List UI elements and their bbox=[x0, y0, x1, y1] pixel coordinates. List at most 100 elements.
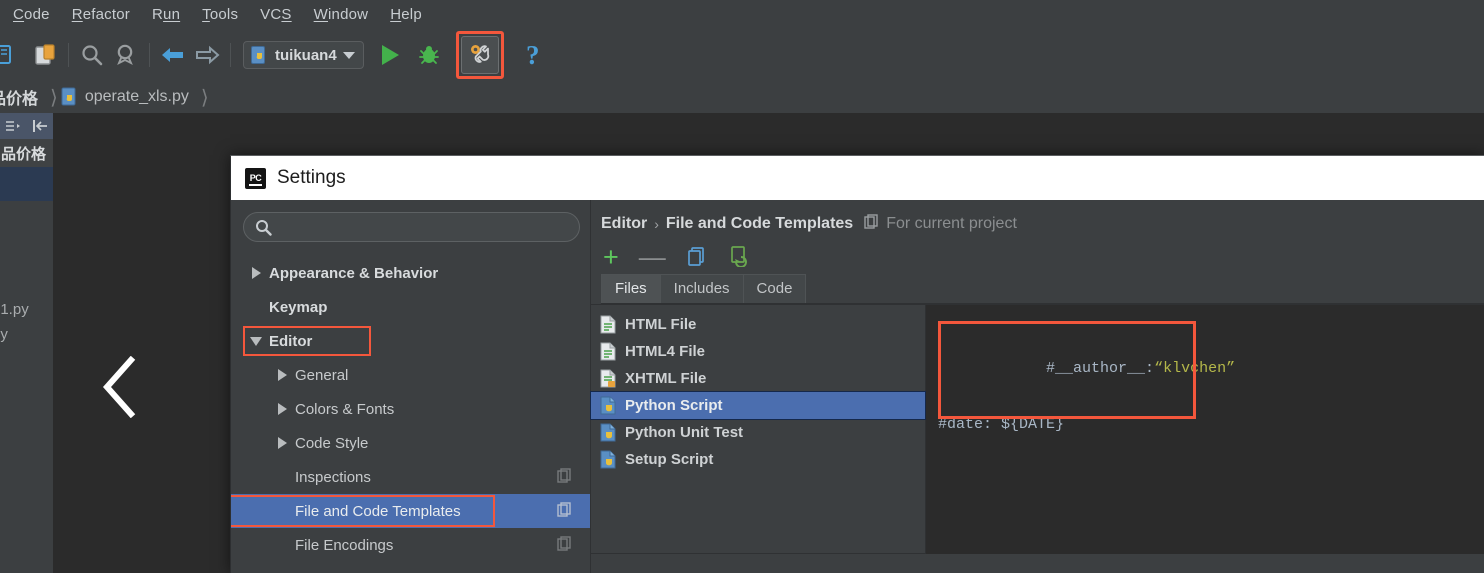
menu-bar: CCodeode Refactor Run Tools VCS Window H… bbox=[0, 0, 1484, 29]
toolbar-separator-2 bbox=[149, 43, 150, 67]
question-mark-icon: ? bbox=[525, 39, 540, 70]
list-item[interactable]: HTML File bbox=[591, 311, 925, 338]
search-input[interactable] bbox=[280, 219, 559, 235]
list-item[interactable]: Setup Script bbox=[591, 446, 925, 473]
tree-item-inspections[interactable]: Inspections bbox=[231, 460, 590, 494]
run-configuration-selector[interactable]: tuikuan4 bbox=[243, 41, 364, 69]
settings-button-annotation bbox=[455, 31, 504, 79]
tree-item-keymap[interactable]: Keymap bbox=[231, 290, 590, 324]
templates-toolbar: + — bbox=[591, 234, 1484, 271]
breadcrumb-leaf: File and Code Templates bbox=[665, 215, 854, 232]
tab-code[interactable]: Code bbox=[742, 274, 807, 303]
project-file-1[interactable]: 01.py bbox=[0, 301, 53, 318]
twisty-right-icon[interactable] bbox=[269, 403, 295, 415]
tree-item-label: Code Style bbox=[295, 434, 369, 452]
collapse-panel-icon[interactable] bbox=[28, 117, 50, 135]
python-file-icon bbox=[61, 87, 76, 106]
debug-button[interactable] bbox=[412, 38, 446, 72]
scope-note: For current project bbox=[886, 215, 1017, 232]
pycharm-icon: PC bbox=[245, 167, 266, 189]
help-button[interactable]: ? bbox=[516, 38, 550, 72]
content-breadcrumb: Editor › File and Code Templates For cur… bbox=[591, 200, 1484, 234]
project-scope-badge-icon bbox=[557, 468, 572, 486]
forward-arrow-icon[interactable] bbox=[190, 38, 224, 72]
tree-item-general[interactable]: General bbox=[231, 358, 590, 392]
add-template-button[interactable]: + bbox=[603, 244, 619, 271]
tree-item-live-templates[interactable]: Live Templates bbox=[231, 562, 590, 573]
list-item[interactable]: HTML4 File bbox=[591, 338, 925, 365]
breadcrumb-separator-2: ⟩ bbox=[200, 86, 209, 109]
menu-item-help[interactable]: Help bbox=[379, 3, 433, 27]
chevron-down-icon[interactable] bbox=[342, 51, 355, 59]
gear-wrench-icon bbox=[470, 45, 489, 63]
list-item-label: Setup Script bbox=[625, 451, 714, 468]
project-tool-panel: 品价格 01.py py bbox=[0, 113, 53, 573]
code-line-1: #__author__:“klvchen” bbox=[926, 327, 1484, 411]
tree-item-code-style[interactable]: Code Style bbox=[231, 426, 590, 460]
run-config-label: tuikuan4 bbox=[275, 46, 337, 64]
list-item[interactable]: Python Unit Test bbox=[591, 419, 925, 446]
list-item-label: HTML4 File bbox=[625, 343, 706, 360]
run-button[interactable] bbox=[374, 38, 408, 72]
twisty-right-icon[interactable] bbox=[269, 369, 295, 381]
settings-content-panel: Editor › File and Code Templates For cur… bbox=[590, 200, 1484, 573]
list-item[interactable]: XHTML File bbox=[591, 365, 925, 392]
template-code-editor[interactable]: #__author__:“klvchen” #date: ${DATE} bbox=[926, 304, 1484, 554]
tree-item-appearance-behavior[interactable]: Appearance & Behavior bbox=[231, 256, 590, 290]
tab-files[interactable]: Files bbox=[601, 274, 661, 303]
reset-template-button[interactable] bbox=[728, 245, 750, 270]
expand-all-icon[interactable] bbox=[2, 117, 24, 135]
dialog-title-bar: PC Settings bbox=[231, 156, 1484, 200]
back-arrow-icon[interactable] bbox=[156, 38, 190, 72]
breadcrumb-file[interactable]: operate_xls.py bbox=[60, 87, 199, 107]
main-toolbar: tuikuan4 ? bbox=[0, 29, 1484, 81]
code-line-1-prefix: #__author__: bbox=[1046, 360, 1155, 377]
breadcrumb-separator: ⟩ bbox=[50, 86, 58, 109]
toolbar-separator-3 bbox=[230, 43, 231, 67]
copy-icon[interactable] bbox=[0, 38, 22, 72]
collapse-chevron-icon[interactable] bbox=[101, 356, 137, 418]
tree-item-label: General bbox=[295, 366, 349, 384]
list-item-python-script[interactable]: Python Script bbox=[590, 391, 926, 420]
menu-item-refactor[interactable]: Refactor bbox=[61, 3, 141, 27]
find-icon[interactable] bbox=[75, 38, 109, 72]
templates-panes: HTML File HTML4 File XHTML File Python S… bbox=[590, 304, 1484, 554]
twisty-down-icon[interactable] bbox=[243, 336, 269, 346]
python-file-icon bbox=[600, 450, 616, 469]
html-file-icon bbox=[600, 315, 616, 334]
tree-item-file-encodings[interactable]: File Encodings bbox=[231, 528, 590, 562]
list-item-label: Python Script bbox=[625, 397, 723, 414]
project-file-2[interactable]: py bbox=[0, 326, 53, 343]
paste-icon[interactable] bbox=[28, 38, 62, 72]
code-line-1-string: “klvchen” bbox=[1154, 360, 1236, 377]
find-usages-icon[interactable] bbox=[109, 38, 143, 72]
tree-item-label: Appearance & Behavior bbox=[269, 264, 439, 282]
twisty-right-icon[interactable] bbox=[269, 437, 295, 449]
html-file-icon bbox=[600, 342, 616, 361]
menu-item-window[interactable]: Window bbox=[303, 3, 380, 27]
list-item-label: HTML File bbox=[625, 316, 697, 333]
menu-item-vcs[interactable]: VCS bbox=[249, 3, 302, 27]
breadcrumb-bar: 品价格 ⟩ operate_xls.py ⟩ bbox=[0, 81, 1484, 113]
tree-item-editor[interactable]: Editor bbox=[231, 324, 590, 358]
tree-item-label: File and Code Templates bbox=[295, 502, 461, 520]
remove-template-button[interactable]: — bbox=[639, 244, 666, 271]
menu-item-code[interactable]: CCodeode bbox=[2, 3, 61, 27]
list-item-label: Python Unit Test bbox=[625, 424, 744, 441]
tab-includes[interactable]: Includes bbox=[659, 274, 744, 303]
breadcrumb-project[interactable]: 品价格 bbox=[0, 85, 48, 109]
settings-tree: Appearance & Behavior Keymap Editor Gene… bbox=[231, 252, 590, 573]
copy-template-button[interactable] bbox=[686, 245, 708, 270]
twisty-right-icon[interactable] bbox=[243, 267, 269, 279]
tree-item-colors-fonts[interactable]: Colors & Fonts bbox=[231, 392, 590, 426]
search-wrapper bbox=[231, 200, 590, 252]
settings-dialog: PC Settings Appearance & Behavior Keymap… bbox=[230, 155, 1484, 573]
tree-item-file-and-code-templates[interactable]: File and Code Templates bbox=[231, 494, 590, 528]
search-box[interactable] bbox=[243, 212, 580, 242]
tree-item-label: Keymap bbox=[269, 298, 328, 316]
menu-item-run[interactable]: Run bbox=[141, 3, 191, 27]
templates-list[interactable]: HTML File HTML4 File XHTML File Python S… bbox=[590, 304, 926, 554]
project-selected-row[interactable] bbox=[0, 167, 53, 201]
menu-item-tools[interactable]: Tools bbox=[191, 3, 249, 27]
settings-button[interactable] bbox=[460, 36, 499, 74]
